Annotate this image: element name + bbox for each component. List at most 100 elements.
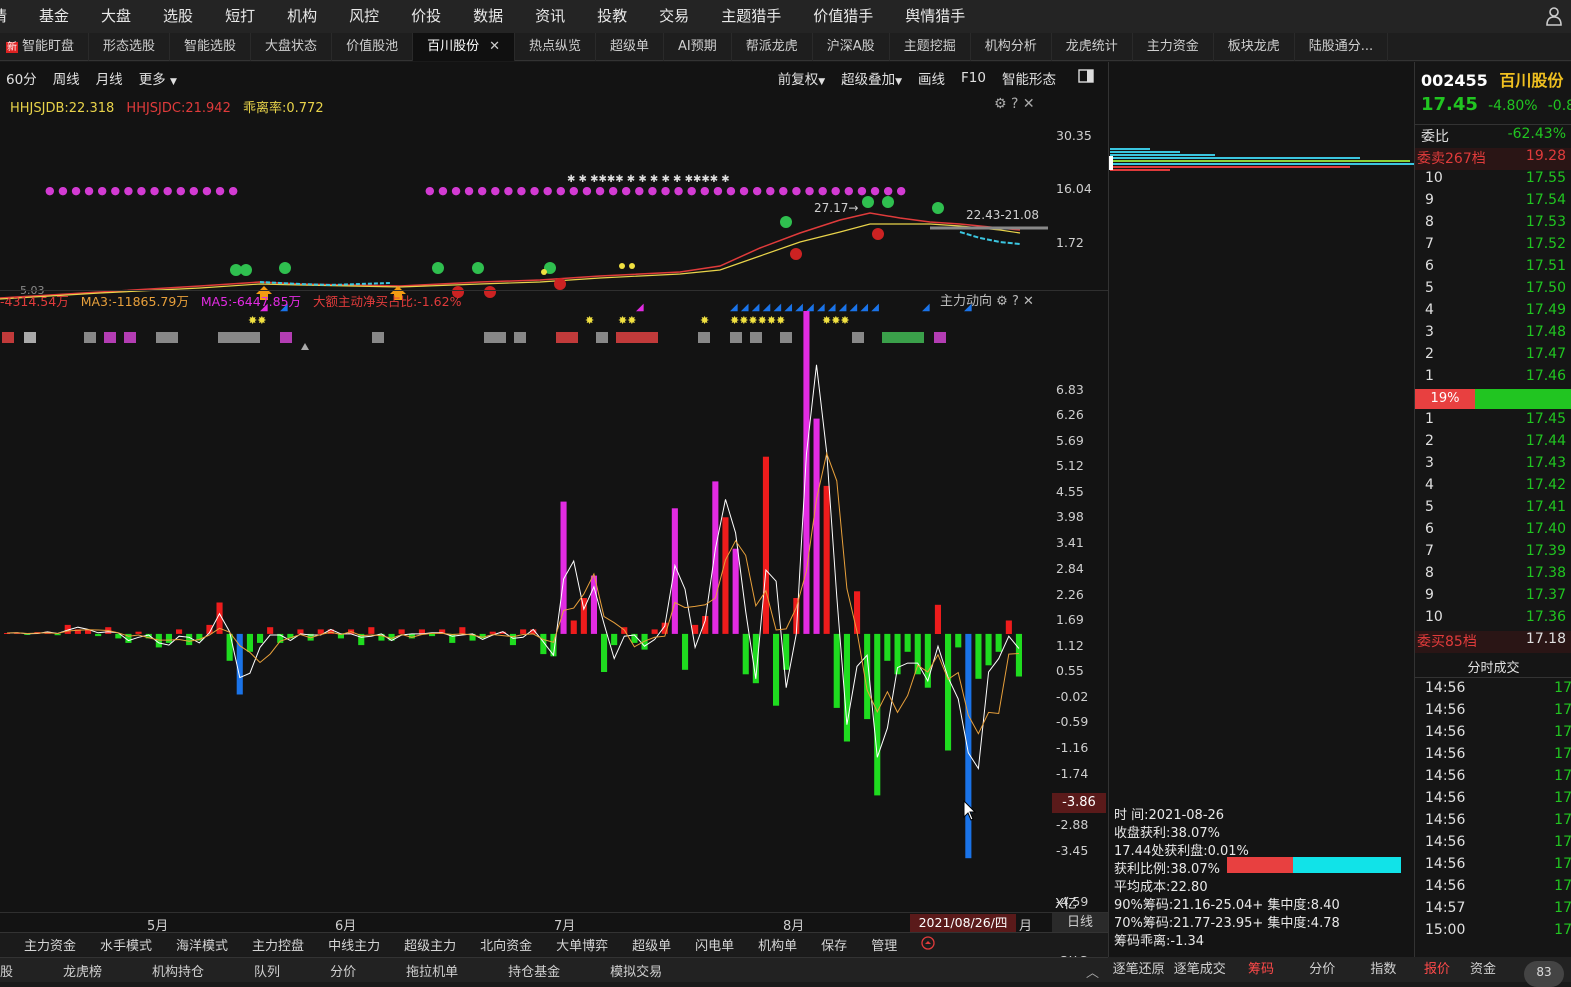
chevron-up-icon[interactable]: ︿: [1086, 962, 1099, 981]
ind-tab-super-main[interactable]: 超级主力: [392, 935, 468, 954]
close-icon[interactable]: ✕: [1023, 96, 1035, 112]
tab-ai-forecast[interactable]: AI预期: [664, 32, 732, 61]
collapse-icon[interactable]: [909, 935, 947, 954]
trade-time: 14:56: [1425, 680, 1466, 696]
tab-tick-restore[interactable]: 逐笔还原: [1108, 957, 1169, 982]
menu-item-sentiment-hunter[interactable]: 舆情猎手: [889, 0, 981, 33]
menu-item-market[interactable]: 大盘: [85, 0, 147, 33]
user-icon[interactable]: [1545, 6, 1563, 26]
chip-distribution-panel[interactable]: 时 间:2021-08-26 收盘获利:38.07% 17.44处获利盘:0.0…: [1108, 62, 1415, 957]
menu-item-trade[interactable]: 交易: [643, 0, 705, 33]
ind-tab-control[interactable]: 主力控盘: [240, 935, 316, 954]
ind-tab-northbound[interactable]: 北向资金: [468, 935, 544, 954]
menu-item-news[interactable]: 资讯: [519, 0, 581, 33]
tab-market-state[interactable]: 大盘状态: [251, 32, 333, 61]
cursor-date-label: 2021/08/26/四: [910, 914, 1016, 932]
gear-icon[interactable]: ⚙: [994, 96, 1007, 112]
menu-item-risk[interactable]: 风控: [333, 0, 395, 33]
tab-tick-trades[interactable]: 逐笔成交: [1169, 957, 1230, 982]
tab-hotspot[interactable]: 热点纵览: [515, 32, 597, 61]
draw-line-button[interactable]: 画线: [910, 68, 953, 88]
footer-dragon-list[interactable]: 龙虎榜: [38, 961, 127, 980]
tab-dragon-tiger[interactable]: 帮派龙虎: [732, 32, 813, 61]
ind-tab-big-order[interactable]: 大单博弈: [544, 935, 620, 954]
tab-pattern-pick[interactable]: 形态选股: [89, 32, 171, 61]
tab-smart-pick[interactable]: 智能选股: [170, 32, 252, 61]
tab-a-shares[interactable]: 沪深A股: [813, 32, 890, 61]
chip-avg-cost: 平均成本:22.80: [1114, 880, 1208, 895]
smart-pattern-button[interactable]: 智能形态: [994, 68, 1064, 88]
menu-item-short[interactable]: 短打: [209, 0, 271, 33]
daily-period-button[interactable]: 日线: [1052, 913, 1108, 933]
sell-total-label: 委卖267档: [1417, 151, 1486, 167]
close-icon[interactable]: ✕: [489, 39, 500, 54]
menu-item[interactable]: 情: [0, 0, 23, 33]
more-button[interactable]: 更多 ▼: [131, 68, 185, 88]
ind-tab-super-order[interactable]: 超级单: [620, 935, 683, 954]
ind-tab-save[interactable]: 保存: [809, 935, 859, 954]
menu-item-theme-hunter[interactable]: 主题猎手: [705, 0, 797, 33]
tab-dragon-stats[interactable]: 龙虎统计: [1052, 32, 1133, 61]
adjust-dropdown[interactable]: 前复权▼: [770, 68, 833, 88]
period-60min-button[interactable]: 60分: [0, 68, 45, 88]
flow-bar: [165, 633, 172, 643]
flow-y-label: 2.84: [1056, 560, 1084, 576]
flow-bar: [176, 629, 183, 634]
menu-item-fund[interactable]: 基金: [23, 0, 85, 33]
ind-tab-inst-order[interactable]: 机构单: [746, 935, 809, 954]
flow-bar: [995, 633, 1002, 652]
menu-item-edu[interactable]: 投教: [581, 0, 643, 33]
bid-row: 8 17.38: [1415, 565, 1571, 587]
tab-funds[interactable]: 资金: [1460, 957, 1506, 982]
tab-quote[interactable]: 报价: [1414, 957, 1460, 982]
menu-item-value[interactable]: 价投: [395, 0, 457, 33]
tab-sector-dragon[interactable]: 板块龙虎: [1214, 32, 1295, 61]
tab-main-funds[interactable]: 主力资金: [1133, 32, 1214, 61]
footer-price-dist[interactable]: 分价: [305, 961, 381, 980]
f10-button[interactable]: F10: [953, 70, 994, 86]
ind-tab-sailor[interactable]: 水手模式: [88, 935, 164, 954]
tab-price-dist[interactable]: 分价: [1292, 957, 1353, 982]
ind-tab-flash-order[interactable]: 闪电单: [683, 935, 746, 954]
panel-toggle-icon[interactable]: [1064, 69, 1108, 87]
tab-chips[interactable]: 筹码: [1230, 957, 1291, 982]
tab-super-order[interactable]: 超级单: [596, 32, 665, 61]
tab-smart-watch[interactable]: 新智能盯盘: [0, 32, 90, 61]
footer-tractor-order[interactable]: 拖拉机单: [381, 961, 483, 980]
tab-hk-connect[interactable]: 陆股通分...: [1295, 32, 1389, 61]
tab-theme-mining[interactable]: 主题挖掘: [890, 32, 971, 61]
footer-sim-trade[interactable]: 模拟交易: [585, 961, 687, 980]
kline-yellow-line: [0, 223, 1021, 300]
overlay-dropdown[interactable]: 超级叠加▼: [833, 68, 910, 88]
ind-tab-manage[interactable]: 管理: [859, 935, 909, 954]
footer-fund-holding[interactable]: 持仓基金: [483, 961, 585, 980]
menu-item-stock-pick[interactable]: 选股: [147, 0, 209, 33]
tab-inst-analysis[interactable]: 机构分析: [971, 32, 1052, 61]
menu-item-institution[interactable]: 机构: [271, 0, 333, 33]
chart-panel[interactable]: 60分 周线 月线 更多 ▼ 前复权▼ 超级叠加▼ 画线 F10 智能形态 HH…: [0, 62, 1108, 960]
ask-row: 4 17.49: [1415, 302, 1571, 324]
help-icon[interactable]: ?: [1011, 96, 1018, 112]
flow-bar: [975, 633, 982, 679]
kline-y-label: 16.04: [1056, 181, 1092, 196]
ind-tab-mid-main[interactable]: 中线主力: [316, 935, 392, 954]
svg-text:✱ ✱ ✱✱✱✱ ✱ ✱ ✱: ✱ ✱ ✱✱✱✱ ✱ ✱ ✱ ✱ ✱ ✱✱✱✱ ✱: [567, 174, 730, 185]
menu-item-data[interactable]: 数据: [457, 0, 519, 33]
ind-tab-ocean[interactable]: 海洋模式: [164, 935, 240, 954]
tab-baichuan[interactable]: 百川股份 ✕: [413, 32, 515, 61]
footer-inst-holding[interactable]: 机构持仓: [127, 961, 229, 980]
menu-item-value-hunter[interactable]: 价值猎手: [797, 0, 889, 33]
tab-value-pool[interactable]: 价值股池: [332, 32, 414, 61]
footer-queue[interactable]: 队列: [229, 961, 305, 980]
ask-level: 1: [1425, 368, 1434, 384]
footer-item[interactable]: 股: [0, 961, 38, 980]
ind-tab-main-funds[interactable]: 主力资金: [0, 935, 88, 954]
avatar-badge[interactable]: 83: [1524, 961, 1564, 987]
period-week-button[interactable]: 周线: [45, 68, 88, 88]
tab-index[interactable]: 指数: [1353, 957, 1414, 982]
flow-bar: [601, 633, 608, 672]
period-month-button[interactable]: 月线: [88, 68, 131, 88]
kline-y-label: 1.72: [1056, 235, 1084, 250]
svg-text:● ● ● ● ● ● ● ● ● ● ●: ● ● ● ● ● ● ● ● ● ● ● ● ● ● ● ● ● ● ● ● …: [425, 184, 906, 197]
main-force-flow-chart[interactable]: [0, 302, 1050, 912]
